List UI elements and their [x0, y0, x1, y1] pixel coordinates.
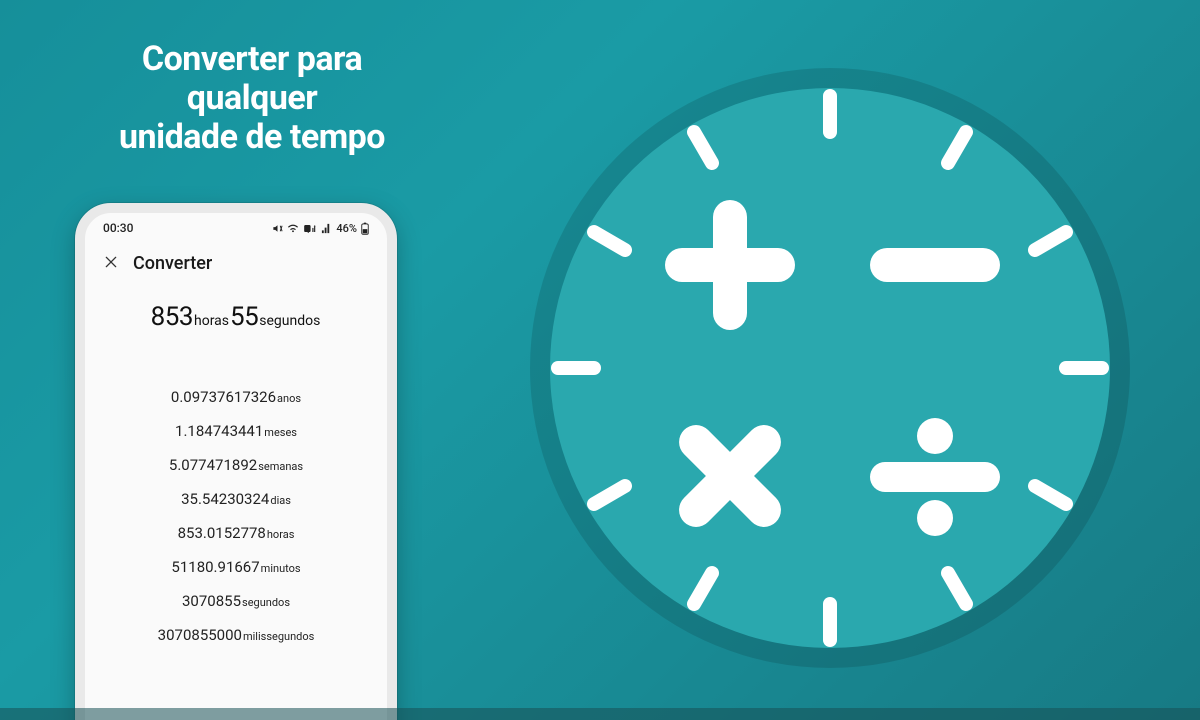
battery-icon — [361, 222, 369, 235]
status-time: 00:30 — [103, 221, 133, 235]
list-item: 3070855segundos — [182, 592, 290, 610]
bottom-bar — [0, 708, 1200, 720]
minus-icon — [870, 248, 1000, 282]
headline-line-2: qualquer — [72, 79, 432, 118]
promo-headline: Converter para qualquer unidade de tempo — [72, 40, 432, 157]
input-unit-2: segundos — [259, 313, 320, 329]
list-item: 51180.91667minutos — [171, 558, 300, 576]
list-item: 1.184743441meses — [175, 422, 297, 440]
mute-icon — [272, 223, 283, 234]
headline-line-3: unidade de tempo — [72, 118, 432, 157]
list-item: 5.077471892semanas — [169, 456, 303, 474]
input-value-1: 853 — [151, 302, 193, 332]
wifi-icon — [287, 223, 299, 234]
signal-icon — [321, 223, 332, 234]
phone-mockup: 00:30 46% Converter 853horas55 — [75, 203, 397, 720]
input-value-2: 55 — [230, 302, 258, 332]
battery-percent: 46% — [336, 222, 357, 235]
app-header: Converter — [85, 239, 387, 278]
status-right: 46% — [272, 222, 369, 235]
input-unit-1: horas — [194, 313, 229, 329]
list-item: 35.54230324dias — [181, 490, 291, 508]
list-item: 0.09737617326anos — [171, 388, 301, 406]
input-expression[interactable]: 853horas55segundos — [85, 302, 387, 332]
list-item: 3070855000milissegundos — [158, 626, 315, 644]
volte-icon — [303, 223, 317, 234]
close-icon[interactable] — [103, 254, 119, 274]
clock-calculator-graphic — [510, 48, 1150, 688]
conversion-list: 0.09737617326anos 1.184743441meses 5.077… — [85, 388, 387, 644]
status-bar: 00:30 46% — [85, 213, 387, 239]
headline-line-1: Converter para — [72, 40, 432, 79]
list-item: 853.0152778horas — [178, 524, 295, 542]
page-title: Converter — [133, 253, 212, 274]
